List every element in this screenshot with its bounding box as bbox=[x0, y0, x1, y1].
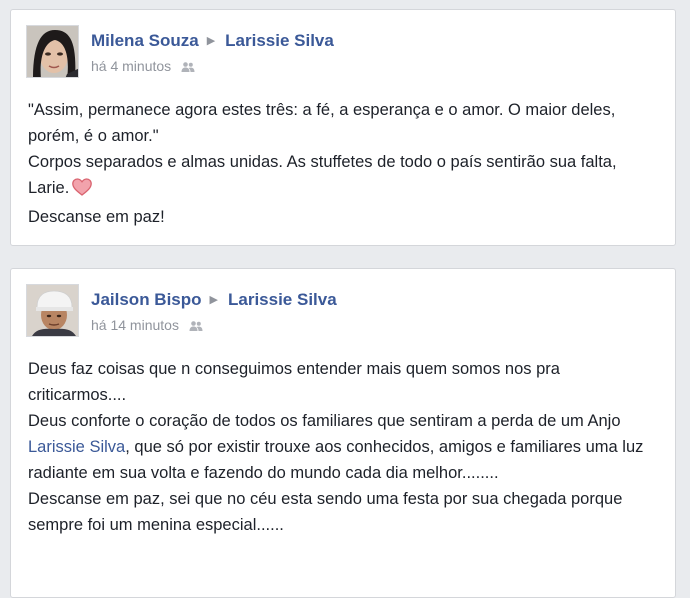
post-paragraph: Descanse em paz! bbox=[28, 208, 165, 226]
timestamp[interactable]: há 4 minutos bbox=[91, 58, 171, 74]
post-text: Deus faz coisas que n conseguimos entend… bbox=[28, 356, 655, 538]
avatar[interactable] bbox=[26, 25, 79, 78]
post-header: Milena Souza ▶ Larissie Silva bbox=[91, 31, 334, 51]
friends-icon[interactable] bbox=[189, 319, 203, 335]
author-link[interactable]: Milena Souza bbox=[91, 31, 199, 50]
post-paragraph: Deus conforte o coração de todos os fami… bbox=[28, 412, 644, 482]
post-meta: há 14 minutos bbox=[91, 317, 203, 335]
target-link[interactable]: Larissie Silva bbox=[225, 31, 334, 50]
post-text: "Assim, permanece agora estes três: a fé… bbox=[28, 97, 655, 230]
target-link[interactable]: Larissie Silva bbox=[228, 290, 337, 309]
author-link[interactable]: Jailson Bispo bbox=[91, 290, 202, 309]
friends-icon[interactable] bbox=[181, 60, 195, 76]
post-meta: há 4 minutos bbox=[91, 58, 195, 76]
post-paragraph: Descanse em paz, sei que no céu esta sen… bbox=[28, 490, 623, 534]
mention-link[interactable]: Larissie Silva bbox=[28, 438, 125, 456]
timestamp[interactable]: há 14 minutos bbox=[91, 317, 179, 333]
post-paragraph: "Assim, permanece agora estes três: a fé… bbox=[28, 101, 616, 145]
post-header: Jailson Bispo ▶ Larissie Silva bbox=[91, 290, 337, 310]
arrow-right-icon: ▶ bbox=[206, 35, 216, 47]
avatar[interactable] bbox=[26, 284, 79, 337]
post-card: Jailson Bispo ▶ Larissie Silva há 14 minut… bbox=[10, 268, 676, 598]
post-paragraph: Corpos separados e almas unidas. As stuf… bbox=[28, 149, 655, 204]
post-card: Milena Souza ▶ Larissie Silva há 4 minutos… bbox=[10, 9, 676, 246]
heart-icon bbox=[72, 178, 93, 204]
arrow-right-icon: ▶ bbox=[209, 294, 218, 306]
post-paragraph: Deus faz coisas que n conseguimos entend… bbox=[28, 360, 560, 404]
